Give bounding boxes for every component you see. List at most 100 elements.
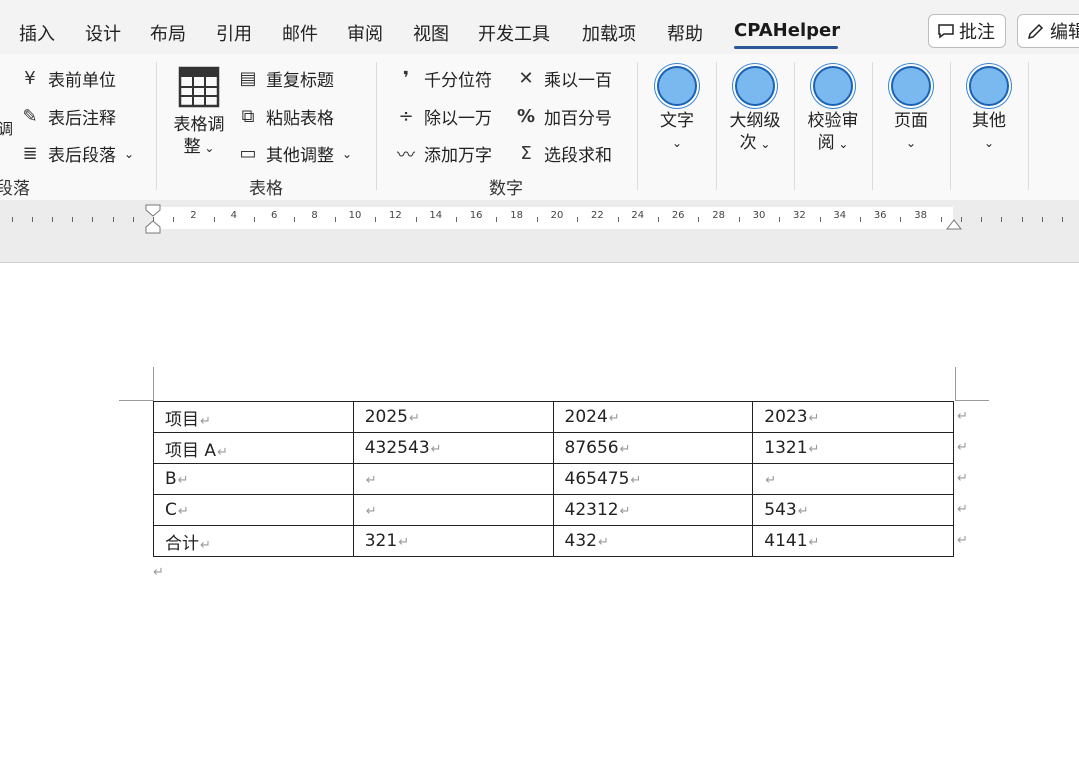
page-menu-button[interactable]: 页面 ⌄	[880, 66, 942, 154]
tab-references[interactable]: 引用	[216, 20, 252, 46]
multiply-hundred-button[interactable]: ✕ 乘以一百	[516, 66, 612, 91]
comments-button[interactable]: 批注	[928, 14, 1006, 48]
ruler-tick	[536, 217, 538, 222]
paragraph-down-icon: ≣	[22, 143, 38, 164]
table-cell[interactable]: 2023↵	[752, 401, 954, 433]
tab-mailings[interactable]: 邮件	[282, 20, 318, 46]
table-cell[interactable]: B↵	[153, 463, 354, 495]
selection-sum-label: 选段求和	[544, 146, 612, 166]
cut-off-label: 调	[0, 120, 14, 138]
table-cell[interactable]: ↵	[352, 463, 554, 495]
group-divider	[156, 62, 157, 190]
data-table[interactable]: 项目↵ 2025↵ 2024↵ 2023↵ 项目 A↵ 432543↵ 87656↵ 1321…	[153, 401, 954, 557]
tab-help[interactable]: 帮助	[667, 20, 703, 46]
ruler-tick	[1001, 217, 1003, 222]
paragraph-mark: ↵	[153, 565, 164, 580]
tab-insert[interactable]: 插入	[19, 20, 55, 46]
note-after-table-button[interactable]: ✎ 表后注释	[20, 104, 116, 129]
cell-end-mark: ↵	[808, 411, 820, 426]
cell-end-mark: ↵	[200, 537, 211, 553]
document-page[interactable]: 项目↵ 2025↵ 2024↵ 2023↵ 项目 A↵ 432543↵ 87656↵ 1321…	[0, 263, 1079, 783]
ruler-tick	[658, 217, 659, 222]
cell-text: B	[165, 469, 177, 489]
table-cell[interactable]: 项目↵	[153, 401, 354, 433]
adjust-table-button[interactable]: 表格调 整 ⌄	[170, 66, 228, 159]
repeat-header-button[interactable]: ▤ 重复标题	[238, 66, 334, 91]
ruler-tick	[112, 217, 114, 222]
table-cell[interactable]: 2025↵	[352, 401, 554, 433]
thousands-separator-button[interactable]: ❜ 千分位符	[396, 66, 492, 91]
cell-text: 1321	[764, 438, 808, 458]
ruler-number: 16	[469, 210, 483, 221]
editing-button[interactable]: 编辑	[1017, 14, 1079, 48]
horizontal-ruler[interactable]: 2 4 6 8 10 12 14 16 18 20 22 24 26 28 30 32 34 36 38	[0, 204, 1079, 234]
table-cell[interactable]: 465475↵	[552, 463, 754, 495]
tab-view[interactable]: 视图	[413, 20, 449, 46]
selection-sum-button[interactable]: Σ 选段求和	[516, 141, 612, 166]
right-indent-marker-icon[interactable]	[946, 218, 962, 230]
tab-layout[interactable]: 布局	[150, 20, 186, 46]
ruler-number: 10	[348, 210, 362, 221]
table-cell[interactable]: 432↵	[552, 525, 754, 557]
chevron-down-icon: ⌄	[834, 137, 849, 151]
table-cell[interactable]: 42312↵	[552, 494, 754, 526]
ruler-tick	[254, 217, 255, 222]
cell-text: 432543	[364, 438, 430, 458]
divide-ten-thousand-button[interactable]: ÷ 除以一万	[396, 104, 492, 129]
add-percent-button[interactable]: % 加百分号	[516, 104, 612, 129]
cell-end-mark: ↵	[619, 442, 631, 457]
tab-review[interactable]: 审阅	[347, 20, 383, 46]
proofread-review-button[interactable]: 校验审 阅 ⌄	[800, 66, 866, 155]
tab-addins[interactable]: 加载项	[582, 20, 636, 46]
tab-developer[interactable]: 开发工具	[478, 20, 550, 46]
ruler-number: 38	[914, 210, 927, 221]
table-cell[interactable]: ↵	[352, 494, 554, 526]
tab-design[interactable]: 设计	[85, 20, 121, 46]
paragraph-group-label: 段落	[0, 179, 30, 199]
paste-table-button[interactable]: ⧉ 粘贴表格	[238, 104, 334, 129]
table-cell[interactable]: 321↵	[352, 525, 554, 557]
table-cell[interactable]: 4141↵	[752, 525, 954, 557]
paragraph-after-table-button[interactable]: ≣ 表后段落 ⌄	[20, 141, 134, 166]
indent-marker-icon[interactable]	[145, 204, 161, 234]
dashed-table-icon: ▭	[239, 143, 257, 164]
ruler-tick	[72, 217, 74, 222]
ruler-number: 36	[873, 210, 887, 221]
table-cell[interactable]: 2024↵	[552, 401, 754, 433]
circle-icon	[891, 66, 931, 106]
table-cell[interactable]: 87656↵	[552, 432, 754, 464]
outline-level-button[interactable]: 大纲级 次 ⌄	[722, 66, 788, 155]
group-divider	[376, 62, 377, 190]
add-wan-button[interactable]: 〰 添加万字	[396, 141, 492, 167]
table-cell[interactable]: 1321↵	[752, 432, 954, 464]
table-row: 项目 A↵ 432543↵ 87656↵ 1321↵	[153, 432, 954, 464]
outline-level-label-2: 次	[739, 133, 757, 153]
table-cell[interactable]: 543↵	[752, 494, 954, 526]
number-group-label: 数字	[489, 179, 523, 199]
note-after-table-label: 表后注释	[48, 109, 116, 129]
copy-icon: ⧉	[241, 106, 255, 127]
ruler-number: 4	[230, 210, 237, 221]
crop-mark	[119, 400, 153, 401]
table-cell[interactable]: ↵	[752, 463, 954, 495]
circle-icon	[969, 66, 1009, 106]
table-cell[interactable]: 项目 A↵	[153, 432, 354, 464]
tab-cpahelper[interactable]: CPAHelper	[734, 20, 840, 41]
table-cell[interactable]: 432543↵	[352, 432, 554, 464]
text-menu-button[interactable]: 文字 ⌄	[647, 66, 707, 154]
other-adjust-button[interactable]: ▭ 其他调整 ⌄	[238, 141, 352, 166]
cell-text: 432	[564, 531, 597, 551]
ruler-tick	[456, 217, 457, 222]
cell-end-mark: ↵	[619, 504, 631, 519]
ruler-tick	[375, 217, 377, 222]
chevron-down-icon: ⌄	[905, 136, 917, 150]
other-menu-button[interactable]: 其他 ⌄	[958, 66, 1020, 154]
cell-text: 项目 A	[165, 440, 217, 461]
unit-before-table-button[interactable]: ¥ 表前单位	[20, 66, 116, 91]
group-divider	[637, 62, 638, 190]
ruler-number: 8	[311, 210, 318, 221]
page-menu-label: 页面	[894, 111, 928, 131]
divide-icon: ÷	[398, 106, 414, 127]
table-cell[interactable]: C↵	[153, 494, 354, 526]
table-cell[interactable]: 合计↵	[153, 525, 354, 557]
